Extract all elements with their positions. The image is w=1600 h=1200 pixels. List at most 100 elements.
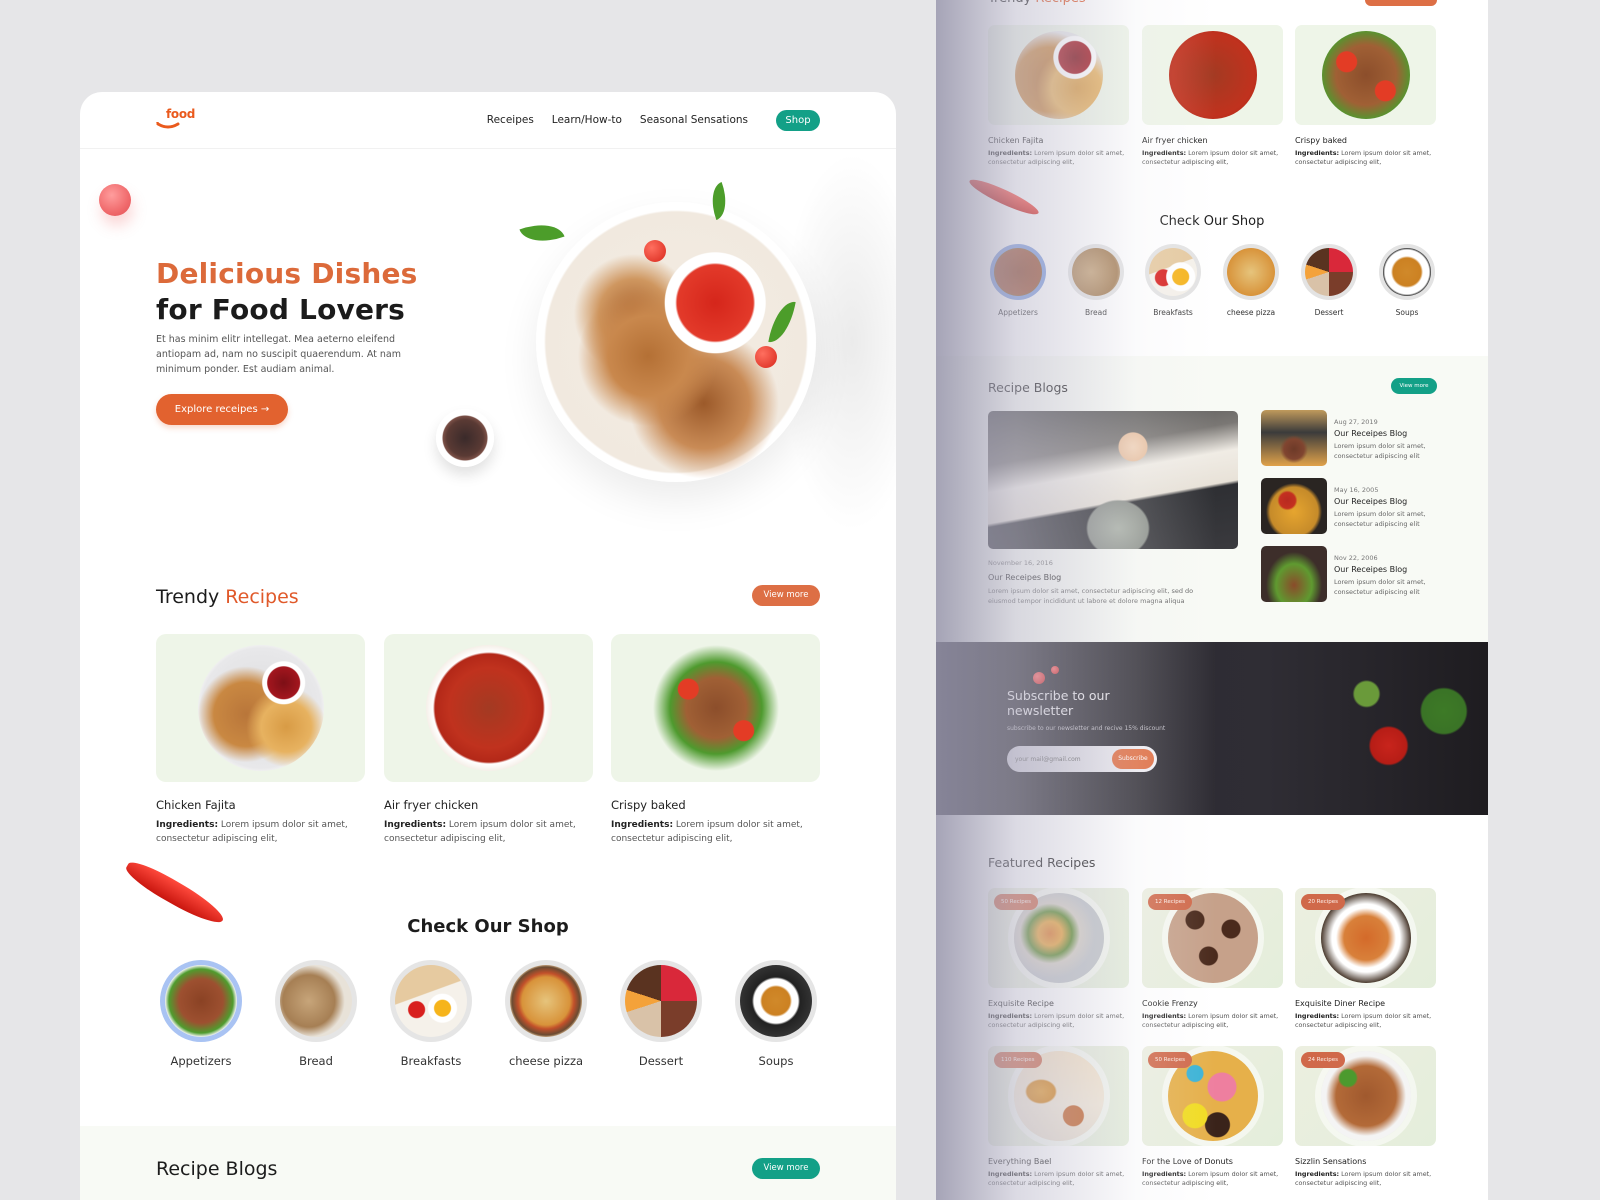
- r-shop-category-soups[interactable]: Soups: [1377, 244, 1437, 317]
- shop-button[interactable]: Shop: [776, 110, 820, 131]
- r-recipe-blogs-title: Recipe Blogs: [988, 380, 1068, 395]
- recipe-card[interactable]: Air fryer chicken Ingredients: Lorem ips…: [384, 634, 593, 846]
- recipe-name: Chicken Fajita: [156, 798, 236, 812]
- nav-link-seasonal-sensations[interactable]: Seasonal Sensations: [640, 114, 748, 126]
- logo-swoosh-icon: [156, 122, 180, 129]
- recipe-ingredients: Ingredients: Lorem ipsum dolor sit amet,…: [384, 818, 593, 846]
- blog-description: Lorem ipsum dolor sit amet, consectetur …: [1334, 578, 1426, 596]
- category-label: Bread: [1084, 308, 1108, 317]
- featured-recipe-card[interactable]: 110 Recipes Everything Bael Ingredients:…: [988, 1046, 1129, 1188]
- r-recipe-card[interactable]: Crispy baked Ingredients: Lorem ipsum do…: [1295, 25, 1436, 167]
- chicken-fajita-dish-image: [1014, 31, 1103, 119]
- recipe-card[interactable]: Chicken Fajita Ingredients: Lorem ipsum …: [156, 634, 365, 846]
- shop-category-appetizers[interactable]: Appetizers: [156, 960, 246, 1068]
- blog-title: Our Receipes Blog: [1334, 429, 1408, 438]
- explore-recipes-button[interactable]: Explore receipes →: [156, 394, 288, 425]
- category-circle: [1068, 244, 1124, 300]
- recipe-ingredients: Ingredients: Lorem ipsum dolor sit amet,…: [611, 818, 820, 846]
- side-blog-item[interactable]: May 16, 2005 Our Receipes Blog Lorem ips…: [1261, 478, 1441, 534]
- recipe-image: [988, 25, 1129, 125]
- category-label: cheese pizza: [1226, 308, 1276, 317]
- category-circle: [1223, 244, 1279, 300]
- recipe-count-badge: 50 Recipes: [994, 894, 1038, 910]
- blog-date: Nov 22, 2006: [1334, 554, 1378, 562]
- recipe-name: Sizzlin Sensations: [1295, 1157, 1367, 1166]
- category-circle: [735, 960, 817, 1042]
- ingredients-label: Ingredients:: [1295, 1012, 1340, 1020]
- ingredients-label: Ingredients:: [988, 1170, 1033, 1178]
- subscribe-button[interactable]: Subscribe: [1112, 749, 1154, 769]
- hero-title: Delicious Dishes for Food Lovers: [156, 256, 418, 328]
- featured-recipe-image: 20 Recipes: [1295, 888, 1436, 988]
- side-blog-item[interactable]: Nov 22, 2006 Our Receipes Blog Lorem ips…: [1261, 546, 1441, 602]
- category-circle: [505, 960, 587, 1042]
- recipe-count-badge: 50 Recipes: [1148, 1052, 1192, 1068]
- dessert-image: [625, 965, 697, 1037]
- r-shop-category-dessert[interactable]: Dessert: [1299, 244, 1359, 317]
- nav-link-receipes[interactable]: Receipes: [487, 114, 534, 126]
- recipe-ingredients: Ingredients: Lorem ipsum dolor sit amet,…: [988, 1170, 1129, 1188]
- featured-recipe-card[interactable]: 24 Recipes Sizzlin Sensations Ingredient…: [1295, 1046, 1436, 1188]
- featured-recipe-card[interactable]: 50 Recipes Exquisite Recipe Ingredients:…: [988, 888, 1129, 1030]
- r-check-our-shop-title: Check Our Shop: [1159, 214, 1265, 229]
- shop-category-bread[interactable]: Bread: [271, 960, 361, 1068]
- r-shop-category-appetizers[interactable]: Appetizers: [988, 244, 1048, 317]
- r-blogs-view-more-button[interactable]: View more: [1391, 378, 1437, 394]
- breakfasts-image: [395, 965, 467, 1037]
- check-our-shop-title: Check Our Shop: [407, 916, 569, 937]
- recipe-name: Exquisite Recipe: [988, 999, 1054, 1008]
- blog-date: November 16, 2016: [988, 559, 1053, 567]
- featured-recipe-card[interactable]: 20 Recipes Exquisite Diner Recipe Ingred…: [1295, 888, 1436, 1030]
- shop-category-soups[interactable]: Soups: [731, 960, 821, 1068]
- blog-title[interactable]: Our Receipes Blog: [988, 573, 1061, 582]
- nav-links: Receipes Learn/How-to Seasonal Sensation…: [487, 114, 748, 126]
- category-circle-selected: [160, 960, 242, 1042]
- recipe-count-badge: 20 Recipes: [1301, 894, 1345, 910]
- featured-recipe-card[interactable]: 12 Recipes Cookie Frenzy Ingredients: Lo…: [1142, 888, 1283, 1030]
- hero-title-accent: Delicious Dishes: [156, 257, 418, 290]
- blog-thumbnail-image: [1261, 478, 1327, 534]
- nav-link-learn-how-to[interactable]: Learn/How-to: [552, 114, 622, 126]
- category-circle: [390, 960, 472, 1042]
- featured-recipe-image: 50 Recipes: [988, 888, 1129, 988]
- basil-leaf-icon: [519, 215, 565, 251]
- featured-blog-chef-image[interactable]: [988, 411, 1238, 549]
- blog-title: Our Receipes Blog: [1334, 497, 1408, 506]
- ingredients-label: Ingredients:: [384, 820, 447, 830]
- soups-image: [1383, 248, 1431, 296]
- recipe-ingredients: Ingredients: Lorem ipsum dolor sit amet,…: [1295, 1012, 1436, 1030]
- r-recipe-card[interactable]: Air fryer chicken Ingredients: Lorem ips…: [1142, 25, 1283, 167]
- r-shop-category-breakfasts[interactable]: Breakfasts: [1143, 244, 1203, 317]
- featured-recipes-title: Featured Recipes: [988, 855, 1096, 870]
- recipe-ingredients: Ingredients: Lorem ipsum dolor sit amet,…: [1295, 149, 1436, 167]
- shop-category-dessert[interactable]: Dessert: [616, 960, 706, 1068]
- shop-category-cheese-pizza[interactable]: cheese pizza: [501, 960, 591, 1068]
- r-shop-category-bread[interactable]: Bread: [1066, 244, 1126, 317]
- category-circle: [1301, 244, 1357, 300]
- r-trendy-view-more-button[interactable]: [1365, 0, 1437, 6]
- trendy-title-plain: Trendy: [156, 586, 226, 608]
- blog-date: Aug 27, 2019: [1334, 418, 1378, 426]
- recipe-image: [1142, 25, 1283, 125]
- ingredients-label: Ingredients:: [1142, 1012, 1187, 1020]
- main-page-preview: food Receipes Learn/How-to Seasonal Sens…: [80, 92, 896, 1200]
- side-blog-item[interactable]: Aug 27, 2019 Our Receipes Blog Lorem ips…: [1261, 410, 1441, 466]
- blog-description: Lorem ipsum dolor sit amet, consectetur …: [988, 587, 1194, 605]
- blogs-view-more-button[interactable]: View more: [752, 1158, 820, 1179]
- blog-thumbnail-image: [1261, 546, 1327, 602]
- trendy-view-more-button[interactable]: View more: [752, 585, 820, 606]
- recipe-name: Cookie Frenzy: [1142, 999, 1198, 1008]
- tomato-decoration-icon: [99, 184, 131, 216]
- cherry-tomato-icon: [755, 346, 777, 368]
- newsletter-email-input[interactable]: [1015, 751, 1105, 767]
- category-label: Dessert: [1314, 308, 1344, 317]
- recipe-card[interactable]: Crispy baked Ingredients: Lorem ipsum do…: [611, 634, 820, 846]
- shop-category-breakfasts[interactable]: Breakfasts: [386, 960, 476, 1068]
- recipe-ingredients: Ingredients: Lorem ipsum dolor sit amet,…: [1142, 1012, 1283, 1030]
- recipe-name: Exquisite Diner Recipe: [1295, 999, 1386, 1008]
- r-shop-category-cheese-pizza[interactable]: cheese pizza: [1221, 244, 1281, 317]
- recipe-image: [384, 634, 593, 782]
- r-recipe-card[interactable]: Chicken Fajita Ingredients: Lorem ipsum …: [988, 25, 1129, 167]
- featured-recipe-card[interactable]: 50 Recipes For the Love of Donuts Ingred…: [1142, 1046, 1283, 1188]
- blog-date: May 16, 2005: [1334, 486, 1379, 494]
